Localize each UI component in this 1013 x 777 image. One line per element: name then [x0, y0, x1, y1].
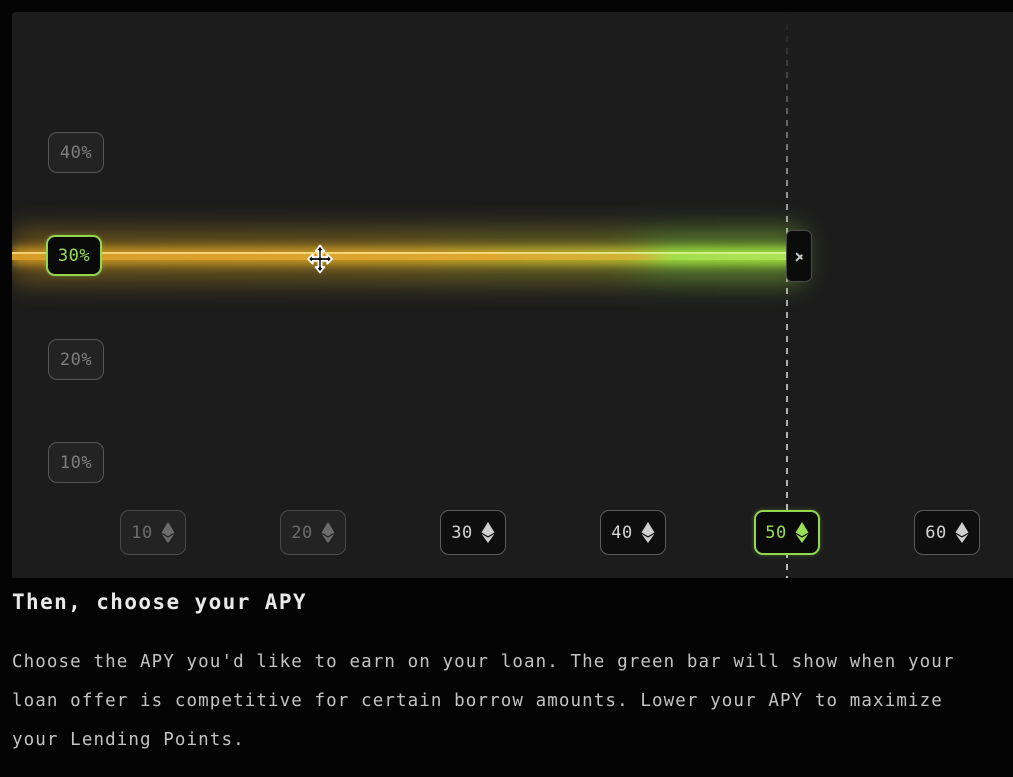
instructions-block: Then, choose your APY Choose the APY you…	[12, 590, 1002, 760]
apy-tick-10[interactable]: 10%	[48, 442, 104, 483]
borrow-tick-10[interactable]: 10	[120, 510, 186, 555]
ethereum-icon	[955, 522, 969, 543]
borrow-tick-50-label: 50	[765, 523, 786, 543]
move-cursor-icon	[307, 244, 333, 274]
borrow-tick-10-label: 10	[131, 523, 152, 543]
apy-tick-40[interactable]: 40%	[48, 132, 104, 173]
apy-chart-panel[interactable]: 40% 30% 20% 10% 10 20 30	[12, 12, 1013, 578]
borrow-tick-30-label: 30	[451, 523, 472, 543]
borrow-tick-20[interactable]: 20	[280, 510, 346, 555]
borrow-tick-40-label: 40	[611, 523, 632, 543]
apy-tick-30[interactable]: 30%	[46, 235, 102, 276]
ethereum-icon	[795, 522, 809, 543]
instructions-body: Choose the APY you'd like to earn on you…	[12, 643, 997, 760]
borrow-tick-50[interactable]: 50	[754, 510, 820, 555]
apy-tick-20[interactable]: 20%	[48, 339, 104, 380]
bar-drag-handle[interactable]	[786, 230, 812, 282]
chevron-right-icon	[795, 249, 804, 264]
ethereum-icon	[641, 522, 655, 543]
borrow-tick-40[interactable]: 40	[600, 510, 666, 555]
instructions-heading: Then, choose your APY	[12, 590, 1002, 614]
borrow-tick-60[interactable]: 60	[914, 510, 980, 555]
apy-tick-40-label: 40%	[60, 143, 92, 163]
borrow-tick-20-label: 20	[291, 523, 312, 543]
apy-tick-10-label: 10%	[60, 453, 92, 473]
app-root: 40% 30% 20% 10% 10 20 30	[0, 0, 1013, 777]
ethereum-icon	[161, 522, 175, 543]
borrow-tick-60-label: 60	[925, 523, 946, 543]
selected-amount-marker-line	[786, 12, 788, 578]
apy-bar-highlight	[12, 252, 802, 254]
apy-tick-20-label: 20%	[60, 350, 92, 370]
apy-tick-30-label: 30%	[58, 246, 90, 266]
ethereum-icon	[321, 522, 335, 543]
ethereum-icon	[481, 522, 495, 543]
borrow-tick-30[interactable]: 30	[440, 510, 506, 555]
